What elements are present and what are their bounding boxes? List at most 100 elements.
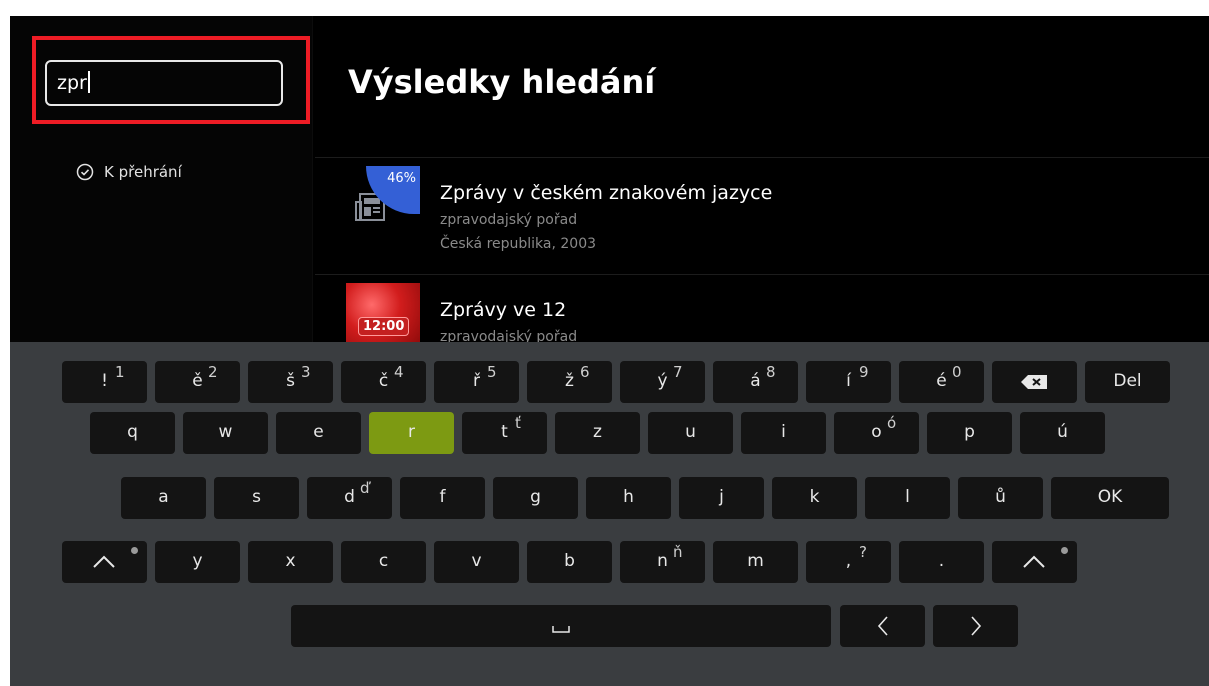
- key-alt-label: 9: [859, 363, 869, 381]
- key-i[interactable]: i: [741, 412, 826, 454]
- key-alt-label: ň: [673, 543, 683, 561]
- key-alt-label: ť: [515, 414, 521, 432]
- key-label: ý: [657, 371, 668, 391]
- shift-key[interactable]: [62, 541, 147, 583]
- key-p[interactable]: p: [927, 412, 1012, 454]
- key-label: ů: [995, 487, 1006, 507]
- key-w[interactable]: w: [183, 412, 268, 454]
- ok-key[interactable]: OK: [1051, 477, 1169, 519]
- key-label: n: [657, 551, 668, 571]
- key-e[interactable]: e: [276, 412, 361, 454]
- key-label: é: [936, 371, 947, 391]
- key-label: e: [313, 422, 324, 442]
- key-label: t: [501, 422, 508, 442]
- key-alt-label: ď: [360, 479, 370, 497]
- key-l[interactable]: l: [865, 477, 950, 519]
- key-label: h: [623, 487, 634, 507]
- key-period[interactable]: .: [899, 541, 984, 583]
- key-comma[interactable]: ,?: [806, 541, 891, 583]
- key-í[interactable]: í9: [806, 361, 891, 403]
- shift-key[interactable]: [992, 541, 1077, 583]
- key-ý[interactable]: ý7: [620, 361, 705, 403]
- key-s[interactable]: s: [214, 477, 299, 519]
- key-o[interactable]: oó: [834, 412, 919, 454]
- key-alt-label: 8: [766, 363, 776, 381]
- key-label: a: [158, 487, 169, 507]
- arrow-right-key[interactable]: [933, 605, 1018, 647]
- key-u[interactable]: u: [648, 412, 733, 454]
- key-label: !: [101, 371, 108, 391]
- key-n[interactable]: nň: [620, 541, 705, 583]
- key-alt-label: 7: [673, 363, 683, 381]
- key-ů[interactable]: ů: [958, 477, 1043, 519]
- key-ř[interactable]: ř5: [434, 361, 519, 403]
- key-x[interactable]: x: [248, 541, 333, 583]
- key-č[interactable]: č4: [341, 361, 426, 403]
- check-circle-icon: [76, 163, 94, 181]
- key-j[interactable]: j: [679, 477, 764, 519]
- key-label: .: [938, 551, 945, 571]
- result-thumbnail: 46%: [346, 166, 420, 228]
- result-title: Zprávy ve 12: [440, 299, 567, 321]
- key-alt-label: 3: [301, 363, 311, 381]
- key-r[interactable]: r: [369, 412, 454, 454]
- result-genre: zpravodajský pořad: [440, 212, 578, 228]
- filter-playable[interactable]: K přehrání: [76, 163, 182, 181]
- key-label: š: [286, 371, 295, 391]
- key-g[interactable]: g: [493, 477, 578, 519]
- result-origin: Česká republika, 2003: [440, 236, 597, 252]
- key-h[interactable]: h: [586, 477, 671, 519]
- key-label: v: [471, 551, 482, 571]
- key-alt-label: 5: [487, 363, 497, 381]
- key-alt-label: 2: [208, 363, 218, 381]
- results-title: Výsledky hledání: [348, 63, 656, 101]
- key-é[interactable]: é0: [899, 361, 984, 403]
- key-alt-label: 4: [394, 363, 404, 381]
- on-screen-keyboard: ! 1 ě 2 š 3 č 4 ř 5 ž 6 ý 7 á 8 í 9 é 0 Del q w e r t ť z u i o ó p ú a s d ď…: [10, 342, 1209, 686]
- key-f[interactable]: f: [400, 477, 485, 519]
- key-z[interactable]: z: [555, 412, 640, 454]
- key-q[interactable]: q: [90, 412, 175, 454]
- key-d[interactable]: dď: [307, 477, 392, 519]
- key-v[interactable]: v: [434, 541, 519, 583]
- key-k[interactable]: k: [772, 477, 857, 519]
- key-a[interactable]: a: [121, 477, 206, 519]
- key-ú[interactable]: ú: [1020, 412, 1105, 454]
- key-t[interactable]: tť: [462, 412, 547, 454]
- space-key[interactable]: [291, 605, 831, 647]
- key-alt-label: ?: [859, 543, 867, 561]
- delete-key[interactable]: Del: [1085, 361, 1170, 403]
- key-label: í: [846, 371, 851, 391]
- backspace-key[interactable]: [992, 361, 1077, 403]
- key-b[interactable]: b: [527, 541, 612, 583]
- key-label: l: [905, 487, 910, 507]
- key-c[interactable]: c: [341, 541, 426, 583]
- key-alt-label: 0: [952, 363, 962, 381]
- arrow-left-key[interactable]: [840, 605, 925, 647]
- key-label: á: [750, 371, 761, 391]
- sidebar: zpr K přehrání: [10, 16, 313, 346]
- key-label: p: [964, 422, 975, 442]
- key-label: f: [439, 487, 446, 507]
- key-š[interactable]: š3: [248, 361, 333, 403]
- key-label: d: [344, 487, 355, 507]
- key-label: j: [719, 487, 724, 507]
- key-label: i: [781, 422, 786, 442]
- key-label: k: [809, 487, 820, 507]
- key-á[interactable]: á8: [713, 361, 798, 403]
- key-label: s: [252, 487, 261, 507]
- key-m[interactable]: m: [713, 541, 798, 583]
- indicator-dot: [1061, 547, 1068, 554]
- key-ě[interactable]: ě2: [155, 361, 240, 403]
- key-ž[interactable]: ž6: [527, 361, 612, 403]
- key-y[interactable]: y: [155, 541, 240, 583]
- indicator-dot: [131, 547, 138, 554]
- backspace-icon: [1021, 375, 1047, 389]
- key-label: Del: [1113, 371, 1142, 391]
- key-label: r: [408, 422, 415, 442]
- key-label: ě: [192, 371, 203, 391]
- key-label: č: [378, 371, 389, 391]
- key-label: ,: [845, 551, 852, 571]
- key-![interactable]: ! 1: [62, 361, 147, 403]
- result-item[interactable]: 46% Zprávy v českém znakovém jazyce zpra…: [346, 166, 1206, 286]
